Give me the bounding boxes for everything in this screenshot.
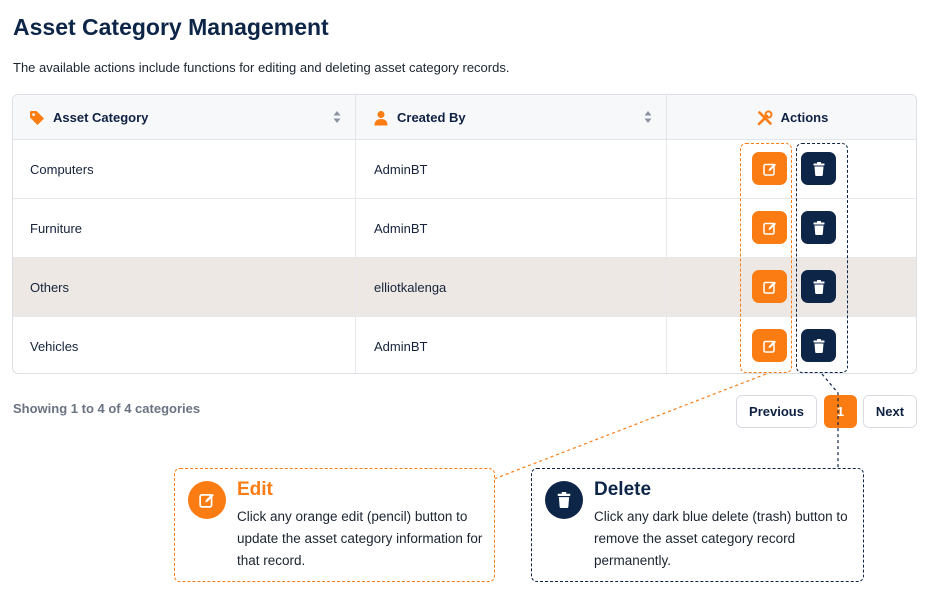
- cell-asset-category: Others: [13, 258, 356, 317]
- column-header-asset-category[interactable]: Asset Category: [13, 95, 356, 140]
- cell-created-by: AdminBT: [356, 140, 667, 199]
- page-1-button[interactable]: 1: [824, 395, 857, 428]
- cell-asset-category: Vehicles: [13, 317, 356, 373]
- cell-created-by: elliotkalenga: [356, 258, 667, 317]
- cell-asset-category: Furniture: [13, 199, 356, 258]
- edit-column-highlight: [740, 143, 792, 373]
- page-title: Asset Category Management: [13, 14, 329, 40]
- edit-callout: Edit Click any orange edit (pencil) butt…: [174, 468, 495, 582]
- column-header-actions: Actions: [667, 95, 916, 140]
- cell-created-by: AdminBT: [356, 199, 667, 258]
- column-header-label: Asset Category: [53, 110, 149, 125]
- column-header-created-by[interactable]: Created By: [356, 95, 667, 140]
- pagination-summary: Showing 1 to 4 of 4 categories: [13, 401, 201, 416]
- user-icon: [373, 110, 389, 126]
- cell-created-by: AdminBT: [356, 317, 667, 373]
- edit-callout-title: Edit: [237, 479, 273, 500]
- delete-callout-body: Click any dark blue delete (trash) butto…: [594, 509, 848, 568]
- delete-callout: Delete Click any dark blue delete (trash…: [531, 468, 864, 582]
- pencil-icon: [199, 493, 214, 508]
- column-header-label: Created By: [397, 110, 466, 125]
- sort-icon[interactable]: [333, 109, 341, 125]
- delete-callout-title: Delete: [594, 479, 652, 500]
- trash-icon: [557, 492, 571, 508]
- column-header-label: Actions: [780, 110, 829, 125]
- sort-icon[interactable]: [644, 109, 652, 125]
- cell-asset-category: Computers: [13, 140, 356, 199]
- edit-callout-body: Click any orange edit (pencil) button to…: [237, 509, 483, 568]
- edit-callout-icon-badge: [188, 481, 226, 519]
- tag-icon: [29, 110, 45, 126]
- tools-icon: [757, 110, 773, 126]
- edit-connector-line: [493, 373, 767, 480]
- delete-column-highlight: [796, 143, 848, 373]
- next-page-button[interactable]: Next: [863, 395, 917, 428]
- delete-callout-icon-badge: [545, 481, 583, 519]
- previous-page-button[interactable]: Previous: [736, 395, 817, 428]
- table-header: Asset Category Created By Actions: [13, 95, 916, 140]
- page-description: The available actions include functions …: [13, 60, 510, 75]
